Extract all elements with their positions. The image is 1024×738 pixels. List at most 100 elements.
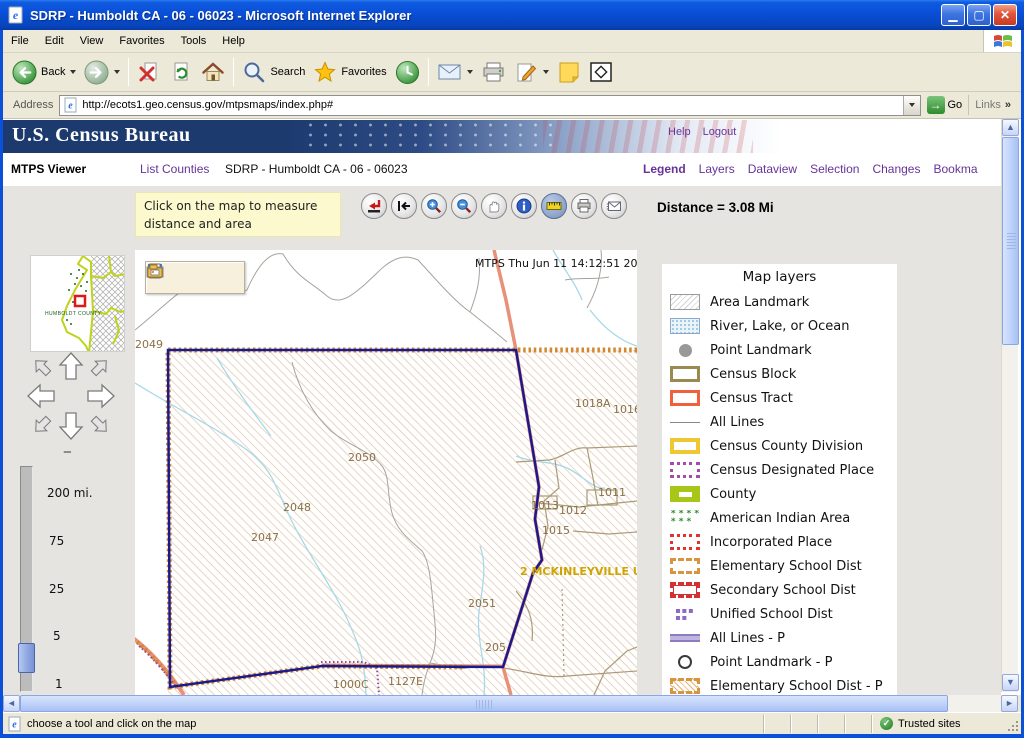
window-border-bottom [0, 734, 1024, 738]
pan-northeast-arrow [88, 355, 111, 378]
legend-label: Unified School Dist [710, 607, 833, 622]
site-title: U.S. Census Bureau [12, 124, 191, 147]
menu-item[interactable]: Favorites [111, 32, 172, 50]
pan-south-arrow [60, 413, 82, 439]
legend-row: County [662, 482, 897, 506]
map-email-button[interactable] [601, 193, 627, 219]
menu-item[interactable]: Tools [173, 32, 215, 50]
window-title: SDRP - Humboldt CA - 06 - 06023 - Micros… [30, 8, 411, 23]
page-content: U.S. Census Bureau Help Logout MTPS View… [3, 119, 1021, 695]
legend-row: Elementary School Dist - P [662, 674, 897, 695]
legend-row: Point Landmark [662, 338, 897, 362]
nav-link[interactable]: Dataview [748, 162, 797, 176]
diamond-box-icon [589, 60, 613, 84]
map-viewport[interactable]: 204920502048204720512051018A101610111013… [135, 250, 637, 695]
pan-hand-icon [486, 198, 502, 214]
toolbar-separator [233, 58, 234, 86]
mail-dropdown-icon[interactable] [467, 70, 473, 74]
overview-map[interactable]: HUMBOLDT COUNTY [30, 255, 125, 352]
messenger-button[interactable] [585, 56, 617, 88]
initial-view-button[interactable] [361, 193, 387, 219]
favorites-button[interactable]: Favorites [309, 56, 390, 88]
scroll-down-button[interactable]: ▼ [1002, 674, 1019, 691]
forward-button[interactable] [80, 56, 124, 88]
back-button[interactable]: Back [8, 56, 80, 88]
help-link[interactable]: Help [668, 126, 691, 138]
previous-view-button[interactable] [391, 193, 417, 219]
print-button[interactable] [477, 56, 510, 88]
scale-label: 5 [53, 629, 61, 643]
window-border-left [0, 30, 3, 738]
menu-bar: FileEditViewFavoritesToolsHelp [3, 30, 1021, 53]
address-input[interactable]: e http://ecots1.geo.census.gov/mtpsmaps/… [59, 95, 920, 116]
nav-link[interactable]: Bookma [933, 162, 977, 176]
map-label: 1011 [598, 486, 626, 499]
maximize-button[interactable]: ▢ [967, 4, 991, 26]
title-bar[interactable]: e SDRP - Humboldt CA - 06 - 06023 - Micr… [0, 0, 1024, 30]
menu-item[interactable]: Help [214, 32, 253, 50]
resize-grip[interactable] [1006, 719, 1019, 732]
info-button[interactable] [511, 193, 537, 219]
scale-label: 25 [49, 582, 64, 596]
map-print-button[interactable] [571, 193, 597, 219]
edit-dropdown-icon[interactable] [543, 70, 549, 74]
overview-county-label: HUMBOLDT COUNTY [45, 311, 101, 317]
refresh-button[interactable] [165, 56, 197, 88]
close-button[interactable]: ✕ [993, 4, 1017, 26]
forward-dropdown-icon[interactable] [114, 70, 120, 74]
legend-label: Census Tract [710, 391, 793, 406]
scale-slider-thumb[interactable] [18, 643, 35, 673]
scroll-left-button[interactable]: ◄ [3, 695, 20, 712]
mail-button[interactable] [433, 56, 477, 88]
map-label: 1000C [333, 678, 369, 691]
menu-item[interactable]: View [72, 32, 112, 50]
logout-link[interactable]: Logout [703, 126, 737, 138]
stop-button[interactable] [133, 56, 165, 88]
map-label: 2049 [135, 338, 163, 351]
ie-app-icon: e [7, 6, 25, 24]
back-dropdown-icon[interactable] [70, 70, 76, 74]
list-counties-link[interactable]: List Counties [140, 162, 209, 176]
windows-flag-icon [993, 32, 1013, 50]
pan-button[interactable] [481, 193, 507, 219]
export-map-icon[interactable] [146, 262, 164, 280]
nav-link[interactable]: Layers [699, 162, 735, 176]
go-label: Go [948, 99, 963, 111]
links-menu[interactable]: Links » [968, 95, 1017, 115]
horizontal-scrollbar[interactable]: ◄ ► [3, 695, 1018, 712]
status-cell [817, 715, 844, 733]
nav-link[interactable]: Changes [872, 162, 920, 176]
nav-link[interactable]: Selection [810, 162, 859, 176]
nav-link[interactable]: Legend [643, 162, 686, 176]
legend-label: County [710, 487, 756, 502]
status-message: choose a tool and click on the map [27, 718, 196, 730]
scroll-up-button[interactable]: ▲ [1002, 119, 1019, 136]
history-button[interactable] [391, 56, 424, 88]
vertical-scroll-thumb[interactable] [1002, 137, 1019, 345]
legend-swatch [670, 462, 700, 478]
vertical-scrollbar[interactable]: ▲ ▼ [1001, 119, 1018, 692]
discuss-button[interactable] [553, 56, 585, 88]
go-arrow-icon: → [927, 96, 945, 114]
scroll-right-button[interactable]: ► [1001, 695, 1018, 712]
search-button[interactable]: Search [238, 56, 309, 88]
edit-button[interactable] [510, 56, 553, 88]
scale-label: 75 [49, 534, 64, 548]
map-label: 1012 [559, 504, 587, 517]
address-dropdown-button[interactable] [903, 96, 920, 115]
zoom-out-button[interactable] [451, 193, 477, 219]
measure-button[interactable] [541, 193, 567, 219]
go-button[interactable]: → Go [927, 96, 963, 114]
map-label: 2050 [348, 451, 376, 464]
legend-label: American Indian Area [710, 511, 850, 526]
minimize-button[interactable]: ▁ [941, 4, 965, 26]
pan-arrow-pad[interactable] [27, 352, 115, 440]
zoom-in-button[interactable] [421, 193, 447, 219]
home-button[interactable] [197, 56, 229, 88]
map-graphic [135, 250, 637, 695]
mail-icon [437, 61, 462, 83]
menu-item[interactable]: Edit [37, 32, 72, 50]
horizontal-scroll-thumb[interactable] [20, 695, 948, 712]
menu-item[interactable]: File [3, 32, 37, 50]
app-nav-row: MTPS Viewer List Counties SDRP - Humbold… [3, 153, 1001, 186]
